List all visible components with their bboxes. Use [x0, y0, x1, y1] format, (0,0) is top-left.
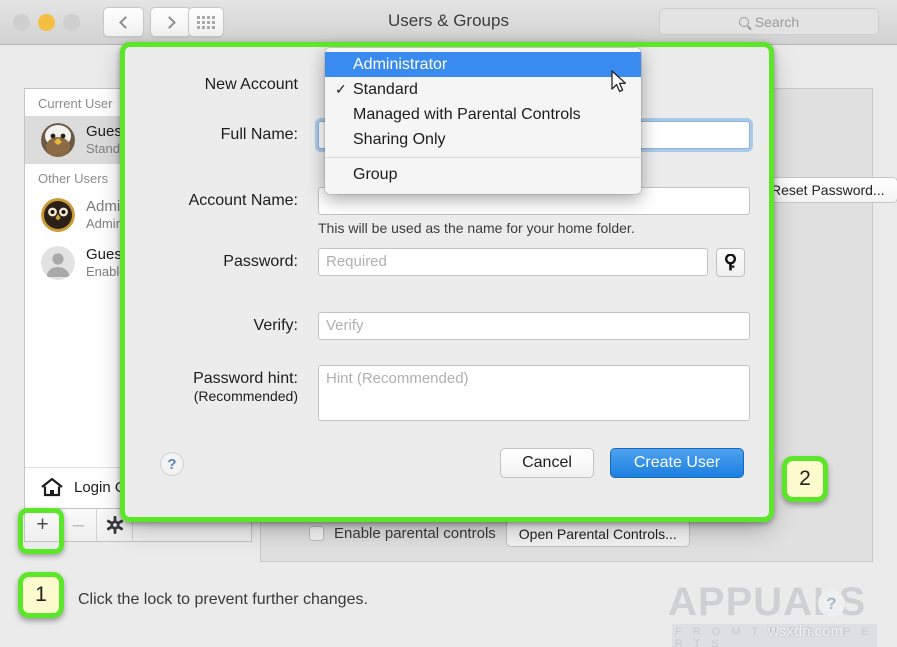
add-user-highlight-ring	[18, 508, 64, 554]
remove-user-button[interactable]: –	[61, 509, 97, 541]
parental-controls-row: Enable parental controls Open Parental C…	[309, 520, 690, 547]
avatar	[41, 123, 75, 157]
window-titlebar: Users & Groups Search	[0, 0, 897, 45]
lock-message: Click the lock to prevent further change…	[78, 591, 368, 608]
dialog-highlight-ring	[120, 42, 774, 522]
gear-icon	[106, 516, 123, 534]
avatar	[41, 246, 75, 280]
search-placeholder: Search	[754, 13, 800, 30]
search-icon	[738, 16, 749, 27]
enable-parental-controls-checkbox[interactable]	[309, 526, 324, 541]
reset-password-button[interactable]: Reset Password...	[758, 177, 897, 203]
eagle-avatar-icon	[41, 123, 75, 157]
avatar	[41, 198, 75, 232]
annotation-badge-1: 1	[18, 572, 64, 618]
watermark-question-icon: ?	[818, 590, 845, 617]
preferences-window: Users & Groups Search Reset Password... …	[0, 0, 897, 647]
home-icon	[41, 477, 63, 497]
annotation-badge-2: 2	[782, 456, 828, 502]
open-parental-controls-button[interactable]: Open Parental Controls...	[505, 520, 690, 547]
watermark-domain: wsxdn.com	[768, 623, 844, 640]
guest-avatar-icon	[41, 246, 75, 280]
watermark: APPUALS ? F R O M T H E E X P E R T S ws…	[668, 578, 883, 647]
screenshot-root: Users & Groups Search Reset Password... …	[0, 0, 897, 647]
enable-parental-controls-label: Enable parental controls	[334, 525, 496, 542]
watermark-brand: APPUALS	[668, 580, 867, 624]
search-input[interactable]: Search	[659, 8, 879, 35]
owl-avatar-icon	[41, 198, 75, 232]
